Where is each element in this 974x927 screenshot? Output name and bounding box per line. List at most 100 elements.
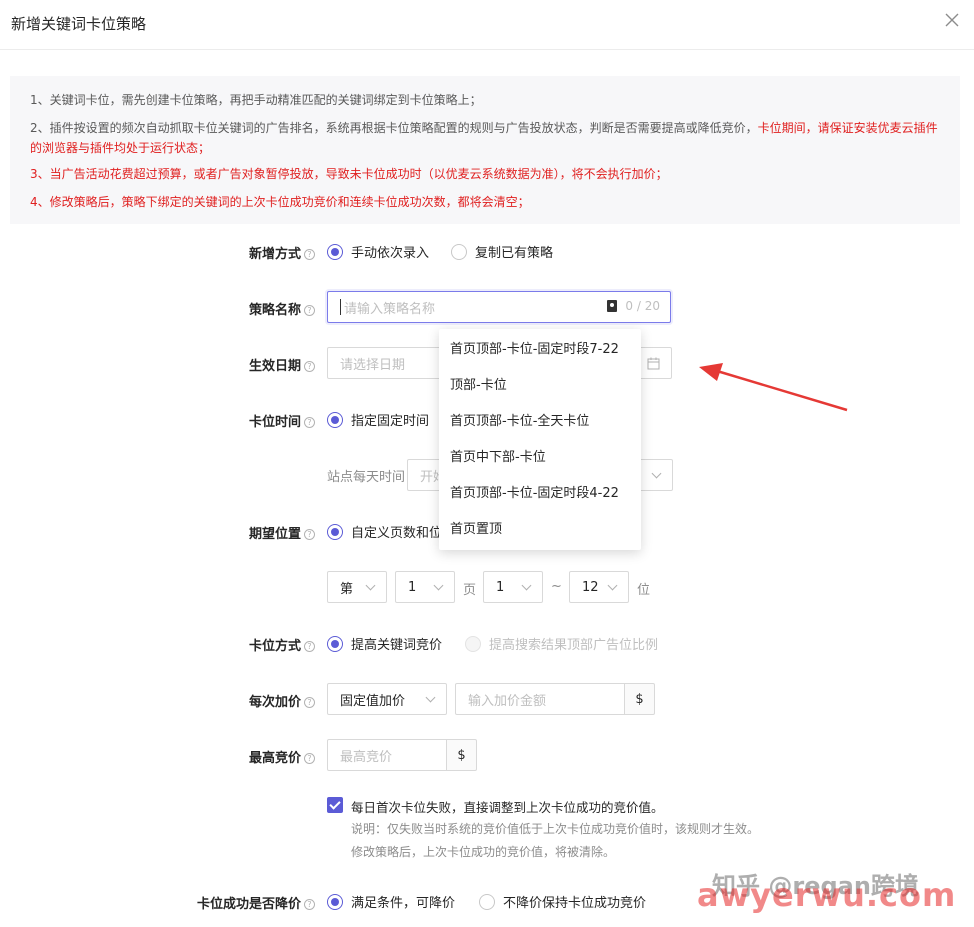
page-unit-label: 页 (463, 583, 477, 598)
chevron-down-icon (433, 580, 444, 590)
help-icon[interactable]: ? (304, 529, 316, 540)
slot-method-label: 卡位方式? (249, 635, 316, 654)
suggestion-item[interactable]: 首页顶部-卡位-固定时段7-22 (439, 332, 641, 368)
strategy-name-suggestions: 首页顶部-卡位-固定时段7-22 顶部-卡位 首页顶部-卡位-全天卡位 首页中下… (439, 329, 641, 550)
select-value: 1 (408, 579, 417, 595)
max-bid-label: 最高竞价? (249, 747, 316, 766)
slot-time-fixed-radio[interactable]: 指定固定时间 (327, 410, 429, 429)
help-icon[interactable]: ? (304, 361, 316, 372)
radio-checked-icon (327, 243, 343, 260)
select-value: 12 (582, 579, 599, 595)
char-counter-text: 0 / 20 (625, 299, 660, 313)
notice-line-1: 1、关键词卡位，需先创建卡位策略，再把手动精准匹配的关键词绑定到卡位策略上； (30, 93, 482, 107)
radio-unchecked-icon (451, 243, 467, 260)
first-fail-adjust-label: 每日首次卡位失败，直接调整到上次卡位成功的竞价值。 (351, 800, 664, 815)
max-bid-input[interactable]: 最高竞价 (327, 739, 447, 771)
select-value: 1 (496, 579, 505, 595)
effective-date-label: 生效日期? (249, 355, 316, 374)
strategy-name-placeholder: 请输入策略名称 (344, 301, 436, 317)
increment-amount-input[interactable]: 输入加价金额 (455, 683, 625, 715)
slot-time-label-text: 卡位时间 (249, 415, 302, 430)
slot-method-top-ratio-radio[interactable]: 提高搜索结果顶部广告位比例 (465, 634, 658, 653)
radio-checked-icon (327, 411, 343, 428)
help-icon[interactable]: ? (304, 305, 316, 316)
lower-after-success-label-text: 卡位成功是否降价 (197, 897, 302, 912)
notice-line-3: 3、当广告活动花费超过预算，或者广告对象暂停投放，导致未卡位成功时（以优麦云系统… (30, 167, 668, 181)
suggestion-item[interactable]: 首页中下部-卡位 (439, 440, 641, 476)
position-from-select[interactable]: 1 (483, 571, 543, 603)
chevron-down-icon (607, 580, 618, 590)
suggestion-item[interactable]: 首页顶部-卡位-全天卡位 (439, 404, 641, 440)
increment-type-select[interactable]: 固定值加价 (327, 683, 447, 715)
suggestion-item[interactable]: 顶部-卡位 (439, 368, 641, 404)
position-unit-label: 位 (637, 583, 651, 598)
increment-label-text: 每次加价 (249, 695, 302, 710)
increment-label: 每次加价? (249, 691, 316, 710)
strategy-name-input[interactable]: 请输入策略名称 0 / 20 (327, 291, 671, 323)
expected-position-label: 期望位置? (249, 523, 316, 542)
watermark-site: awyerwu.com (697, 876, 957, 914)
expected-position-custom-radio[interactable]: 自定义页数和位 (327, 522, 442, 541)
radio-label: 提高搜索结果顶部广告位比例 (489, 638, 659, 653)
lower-after-success-label: 卡位成功是否降价? (197, 893, 316, 912)
help-icon[interactable]: ? (304, 641, 316, 652)
close-icon[interactable] (944, 12, 960, 28)
radio-label: 复制已有策略 (475, 246, 554, 261)
slot-method-label-text: 卡位方式 (249, 639, 302, 654)
add-method-label: 新增方式? (249, 243, 316, 262)
radio-label: 提高关键词竞价 (351, 638, 443, 653)
effective-date-label-text: 生效日期 (249, 359, 302, 374)
help-icon[interactable]: ? (304, 697, 316, 708)
help-icon[interactable]: ? (304, 899, 316, 910)
help-icon[interactable]: ? (304, 249, 316, 260)
first-fail-adjust-checkbox[interactable] (327, 797, 343, 813)
calendar-icon (647, 357, 660, 370)
chevron-down-icon (425, 692, 436, 702)
strategy-name-label: 策略名称? (249, 299, 316, 318)
radio-label: 指定固定时间 (351, 414, 430, 429)
dialog-header: 新增关键词卡位策略 (0, 0, 974, 50)
text-caret (340, 299, 341, 315)
chevron-down-icon (651, 468, 662, 478)
suggestion-item[interactable]: 首页顶部-卡位-固定时段4-22 (439, 476, 641, 512)
select-value: 第 (340, 581, 354, 597)
page-number-select[interactable]: 1 (395, 571, 455, 603)
radio-label: 满足条件，可降价 (351, 896, 456, 911)
range-tilde: ~ (551, 579, 562, 594)
help-icon[interactable]: ? (304, 753, 316, 764)
add-method-manual-radio[interactable]: 手动依次录入 (327, 242, 429, 261)
contact-card-icon (607, 300, 618, 312)
strategy-name-label-text: 策略名称 (249, 303, 302, 318)
radio-disabled-icon (465, 635, 481, 652)
notice-line-2: 2、插件按设置的频次自动抓取卡位关键词的广告排名，系统再根据卡位策略配置的规则与… (30, 118, 940, 158)
checkbox-note-1: 说明：仅失败当时系统的竞价值低于上次卡位成功竞价值时，该规则才生效。 (351, 822, 760, 836)
add-method-copy-radio[interactable]: 复制已有策略 (451, 242, 553, 261)
currency-addon: $ (624, 683, 655, 715)
suggestion-item[interactable]: 首页置顶 (439, 512, 641, 548)
chevron-down-icon (365, 580, 376, 590)
max-bid-placeholder: 最高竞价 (340, 749, 393, 765)
dialog-title: 新增关键词卡位策略 (11, 15, 147, 33)
site-daily-time-label: 站点每天时间 (327, 470, 406, 485)
effective-date-placeholder: 请选择日期 (340, 357, 406, 373)
radio-label: 自定义页数和位 (351, 526, 443, 541)
radio-checked-icon (327, 893, 343, 910)
radio-label: 不降价保持卡位成功竞价 (503, 896, 647, 911)
slot-method-bid-radio[interactable]: 提高关键词竞价 (327, 634, 442, 653)
position-to-select[interactable]: 12 (569, 571, 629, 603)
position-prefix-select[interactable]: 第 (327, 571, 387, 603)
chevron-down-icon (521, 580, 532, 590)
add-method-label-text: 新增方式 (249, 247, 302, 262)
increment-amount-placeholder: 输入加价金额 (468, 693, 547, 709)
checkbox-note-2: 修改策略后，上次卡位成功的竞价值，将被清除。 (351, 845, 616, 859)
radio-checked-icon (327, 635, 343, 652)
radio-checked-icon (327, 523, 343, 540)
expected-position-label-text: 期望位置 (249, 527, 302, 542)
keep-bid-radio[interactable]: 不降价保持卡位成功竞价 (479, 892, 646, 911)
slot-time-label: 卡位时间? (249, 411, 316, 430)
lower-allowed-radio[interactable]: 满足条件，可降价 (327, 892, 455, 911)
radio-label: 手动依次录入 (351, 246, 430, 261)
notice-line-4: 4、修改策略后，策略下绑定的关键词的上次卡位成功竞价和连续卡位成功次数，都将会清… (30, 195, 530, 209)
help-icon[interactable]: ? (304, 417, 316, 428)
select-value: 固定值加价 (340, 693, 406, 709)
